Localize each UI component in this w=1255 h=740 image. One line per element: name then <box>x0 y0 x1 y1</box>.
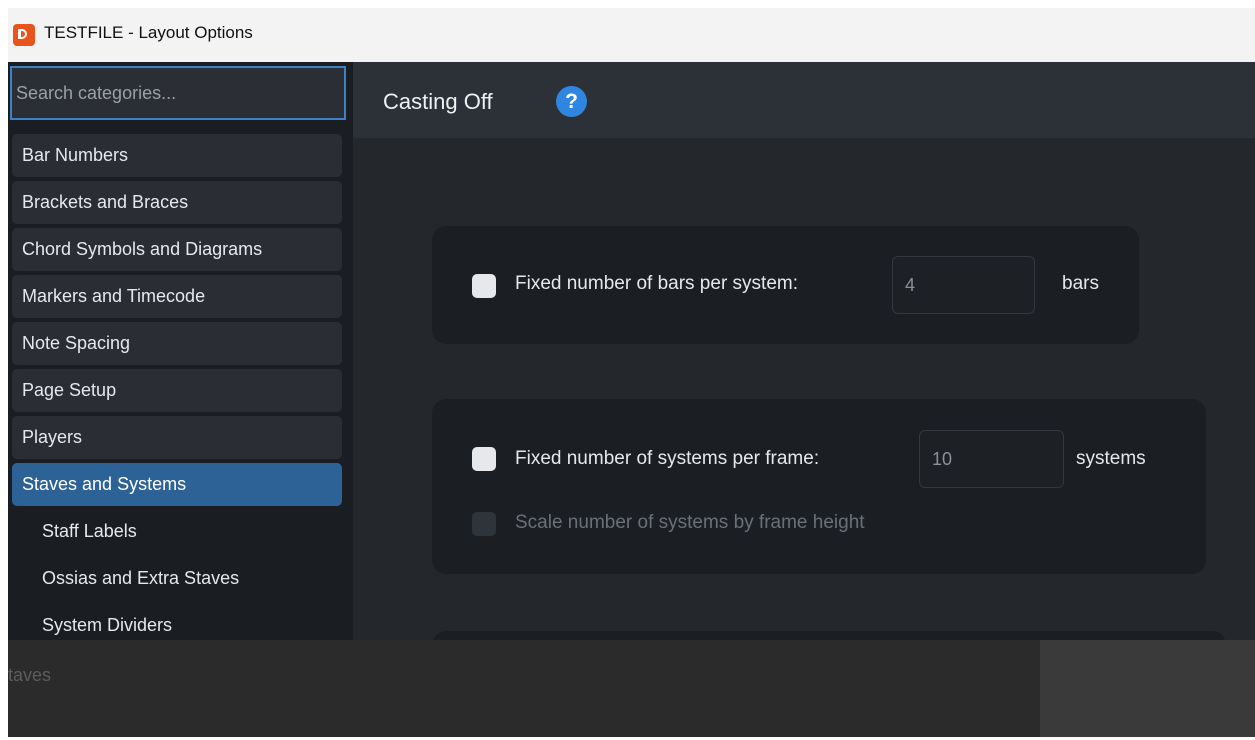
background-window <box>8 640 1040 737</box>
category-ossias-and-extra-staves[interactable]: Ossias and Extra Staves <box>12 557 342 600</box>
systems-per-frame-panel: Fixed number of systems per frame: syste… <box>432 399 1206 574</box>
help-icon[interactable]: ? <box>556 86 587 117</box>
next-option-panel <box>432 631 1226 640</box>
category-brackets-and-braces[interactable]: Brackets and Braces <box>12 181 342 224</box>
category-system-dividers[interactable]: System Dividers <box>12 604 342 640</box>
bars-per-system-input[interactable] <box>892 256 1035 314</box>
category-staves-and-systems[interactable]: Staves and Systems <box>12 463 342 506</box>
window-title: TESTFILE - Layout Options <box>44 23 253 42</box>
layout-options-dialog: Bar Numbers Brackets and Braces Chord Sy… <box>8 62 1255 640</box>
app-logo-icon <box>13 24 35 46</box>
category-list: Bar Numbers Brackets and Braces Chord Sy… <box>12 134 342 640</box>
background-text: taves <box>8 665 52 685</box>
systems-unit-label: systems <box>1076 448 1146 469</box>
bars-unit-label: bars <box>1062 273 1099 294</box>
systems-per-frame-checkbox[interactable] <box>472 447 496 471</box>
bars-per-system-panel: Fixed number of bars per system: bars <box>432 226 1139 344</box>
category-players[interactable]: Players <box>12 416 342 459</box>
content-header: Casting Off ? <box>353 62 1255 138</box>
bars-per-system-checkbox[interactable] <box>472 274 496 298</box>
systems-per-frame-input[interactable] <box>919 430 1064 488</box>
category-sidebar: Bar Numbers Brackets and Braces Chord Sy… <box>8 62 353 640</box>
page-title: Casting Off <box>383 89 493 114</box>
background-panel <box>1040 640 1255 737</box>
category-staff-labels[interactable]: Staff Labels <box>12 510 342 553</box>
category-bar-numbers[interactable]: Bar Numbers <box>12 134 342 177</box>
options-content: Casting Off ? Fixed number of bars per s… <box>353 62 1255 640</box>
category-page-setup[interactable]: Page Setup <box>12 369 342 412</box>
category-chord-symbols-and-diagrams[interactable]: Chord Symbols and Diagrams <box>12 228 342 271</box>
scale-by-frame-height-label: Scale number of systems by frame height <box>515 512 865 533</box>
category-note-spacing[interactable]: Note Spacing <box>12 322 342 365</box>
search-categories-input[interactable] <box>10 66 346 120</box>
bars-per-system-label: Fixed number of bars per system: <box>515 273 798 294</box>
scale-by-frame-height-checkbox <box>472 512 496 536</box>
systems-per-frame-label: Fixed number of systems per frame: <box>515 448 820 469</box>
category-markers-and-timecode[interactable]: Markers and Timecode <box>12 275 342 318</box>
title-bar: TESTFILE - Layout Options <box>8 8 1255 62</box>
